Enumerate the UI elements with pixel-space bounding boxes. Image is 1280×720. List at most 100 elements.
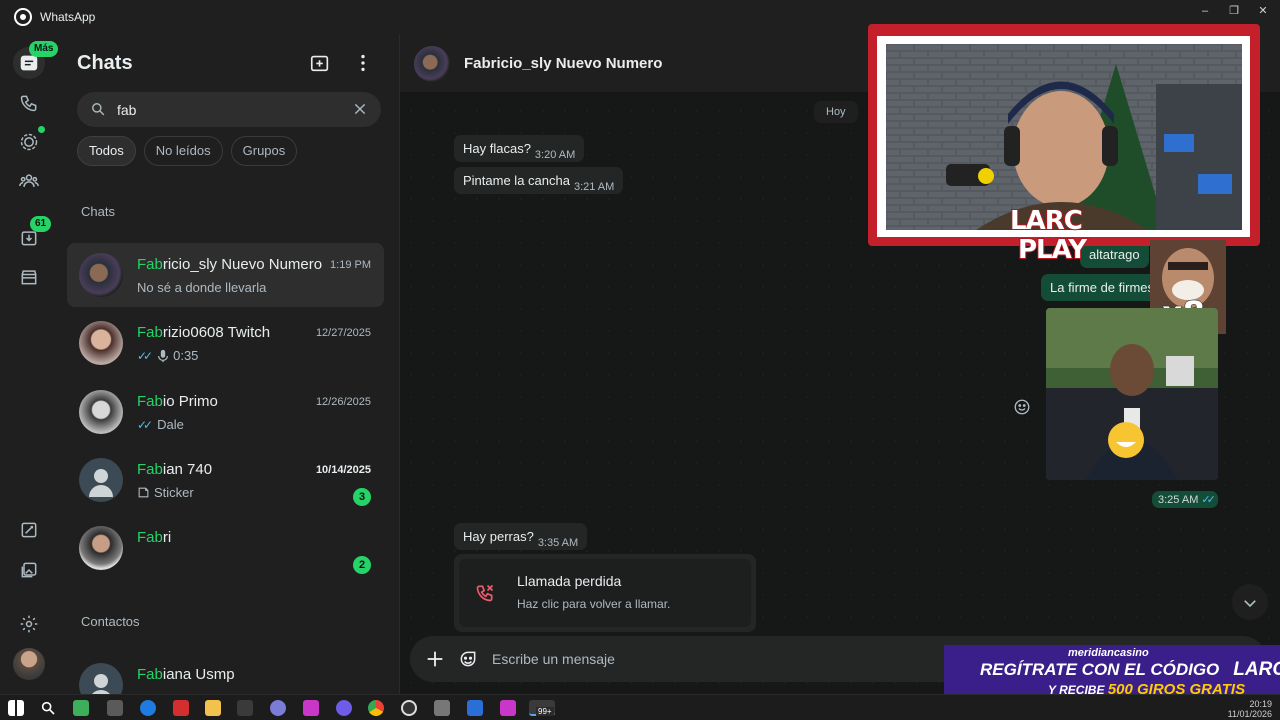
close-window-button[interactable]: ✕ xyxy=(1246,0,1280,22)
casino-ad-banner: meridiancasino REGÍTRATE CON EL CÓDIGO LA… xyxy=(944,645,1280,701)
chat-preview: ✓✓ Dale xyxy=(137,417,184,432)
search-input[interactable] xyxy=(117,92,337,127)
app-icon[interactable] xyxy=(237,700,253,716)
message-in[interactable]: Hay perras? 3:35 AM xyxy=(454,523,588,550)
chat-name: Fabian 740 xyxy=(137,461,213,478)
file-explorer-icon[interactable] xyxy=(205,700,221,716)
app-icon[interactable] xyxy=(173,700,189,716)
settings-nav-button[interactable] xyxy=(13,608,45,640)
system-clock[interactable]: 20:19 11/01/2026 xyxy=(1228,699,1272,719)
section-contacts-label: Contactos xyxy=(81,614,140,629)
chat-item[interactable]: Fabrizio0608 Twitch 12/27/2025 ✓✓ 0:35 xyxy=(67,311,384,375)
chat-time: 12/27/2025 xyxy=(315,327,371,339)
missed-call-title: Llamada perdida xyxy=(517,573,622,589)
edit-square-icon xyxy=(21,522,37,538)
app-icon[interactable] xyxy=(270,700,286,716)
filter-groups[interactable]: Grupos xyxy=(230,136,298,166)
chat-time: 12/26/2025 xyxy=(315,396,371,408)
microphone-icon xyxy=(158,349,169,362)
edge-icon[interactable] xyxy=(140,700,156,716)
unread-badge: 3 xyxy=(353,488,371,506)
calculator-icon[interactable] xyxy=(434,700,450,716)
new-chat-icon[interactable] xyxy=(309,52,331,74)
store-nav-button[interactable] xyxy=(13,261,45,293)
calls-nav-button[interactable] xyxy=(13,87,45,119)
message-in[interactable]: Hay flacas? 3:20 AM xyxy=(454,135,585,162)
sticker-emoji-icon[interactable] xyxy=(458,649,478,669)
phone-icon xyxy=(20,95,37,112)
message-in[interactable]: Pintame la cancha 3:21 AM xyxy=(454,167,624,194)
media-nav-button[interactable] xyxy=(13,554,45,586)
navigation-rail: Más 61 xyxy=(0,34,59,694)
window-title: WhatsApp xyxy=(40,10,96,24)
contact-name[interactable]: Fabricio_sly Nuevo Numero xyxy=(464,55,662,72)
unread-badge: 2 xyxy=(353,556,371,574)
clear-search-icon[interactable] xyxy=(353,102,367,116)
chats-badge: Más xyxy=(29,41,59,57)
avatar xyxy=(79,321,123,365)
chrome-icon[interactable] xyxy=(368,700,384,716)
chat-name: Fabrizio0608 Twitch xyxy=(137,324,271,341)
updates-badge: 61 xyxy=(30,216,52,232)
read-ticks-icon: ✓✓ xyxy=(1201,494,1216,506)
communities-nav-button[interactable] xyxy=(13,165,45,197)
contact-item[interactable]: Fabiana Usmp xyxy=(67,653,384,694)
communities-icon xyxy=(19,174,39,187)
missed-call-icon xyxy=(476,584,494,602)
app-icon[interactable] xyxy=(336,700,352,716)
chat-name: Fabio Primo xyxy=(137,393,218,410)
missed-call-subtitle: Haz clic para volver a llamar. xyxy=(517,597,671,611)
chat-list-panel: Chats Todos No leídos Grupos Chats Fabri… xyxy=(58,34,400,694)
channels-nav-button[interactable] xyxy=(13,514,45,546)
search-icon[interactable] xyxy=(40,700,56,716)
profile-avatar[interactable] xyxy=(13,648,45,680)
avatar[interactable] xyxy=(414,46,450,82)
message-input[interactable] xyxy=(492,636,932,682)
sticker-icon xyxy=(138,487,149,498)
search-icon xyxy=(92,103,105,116)
chat-item[interactable]: Fabian 740 10/14/2025 Sticker 3 xyxy=(67,448,384,512)
whatsapp-app: WhatsApp – ❐ ✕ Más 61 Chats fab Todos No… xyxy=(0,0,1280,720)
status-icon xyxy=(20,133,38,151)
chat-item[interactable]: Fabio Primo 12/26/2025 ✓✓ Dale xyxy=(67,380,384,444)
chat-preview: No sé a donde llevarla xyxy=(137,280,267,295)
store-app-icon[interactable] xyxy=(73,700,89,716)
missed-call-card[interactable]: Llamada perdida Haz clic para volver a l… xyxy=(454,554,756,632)
avatar xyxy=(79,458,123,502)
image-message[interactable] xyxy=(1046,308,1218,480)
filter-unread[interactable]: No leídos xyxy=(143,136,223,166)
word-icon[interactable] xyxy=(467,700,483,716)
read-ticks-icon: ✓✓ xyxy=(137,348,153,363)
filter-chips: Todos No leídos Grupos xyxy=(77,136,298,166)
chat-item[interactable]: Fabri 2 xyxy=(67,516,384,580)
chat-item[interactable]: Fabricio_sly Nuevo Numero 1:19 PM No sé … xyxy=(67,243,384,307)
chat-name: Fabri xyxy=(137,529,172,546)
avatar xyxy=(79,253,123,297)
chat-preview: Sticker xyxy=(137,485,194,500)
windows-start-icon[interactable] xyxy=(8,700,24,716)
streamer-logo: LARC PLAY xyxy=(1009,205,1088,266)
chats-heading: Chats xyxy=(77,52,133,74)
image-message-content xyxy=(1046,308,1218,480)
media-timestamp: 3:25 AM ✓✓ xyxy=(1152,491,1218,508)
windows-taskbar: 99+ 20:19 11/01/2026 xyxy=(0,694,1280,720)
chat-preview: ✓✓ 0:35 xyxy=(137,348,199,363)
date-separator: Hoy xyxy=(814,101,858,123)
message-out[interactable]: La firme de firmes xyxy=(1041,274,1164,301)
filter-all[interactable]: Todos xyxy=(77,136,136,166)
attach-plus-icon[interactable] xyxy=(424,648,446,670)
app-icon[interactable] xyxy=(401,700,417,716)
whatsapp-logo-icon xyxy=(14,8,32,26)
missed-call-inner: Llamada perdida Haz clic para volver a l… xyxy=(459,559,751,627)
status-new-dot xyxy=(38,126,45,133)
chat-time: 1:19 PM xyxy=(330,259,371,271)
menu-kebab-icon[interactable] xyxy=(352,52,374,74)
app-icon[interactable] xyxy=(107,700,123,716)
scroll-to-bottom-button[interactable] xyxy=(1232,584,1268,620)
search-box xyxy=(77,92,381,127)
react-emoji-icon[interactable] xyxy=(1013,398,1031,416)
gear-icon xyxy=(20,615,38,633)
app-icon[interactable] xyxy=(500,700,516,716)
chevron-down-icon xyxy=(1244,600,1256,608)
app-icon[interactable] xyxy=(303,700,319,716)
